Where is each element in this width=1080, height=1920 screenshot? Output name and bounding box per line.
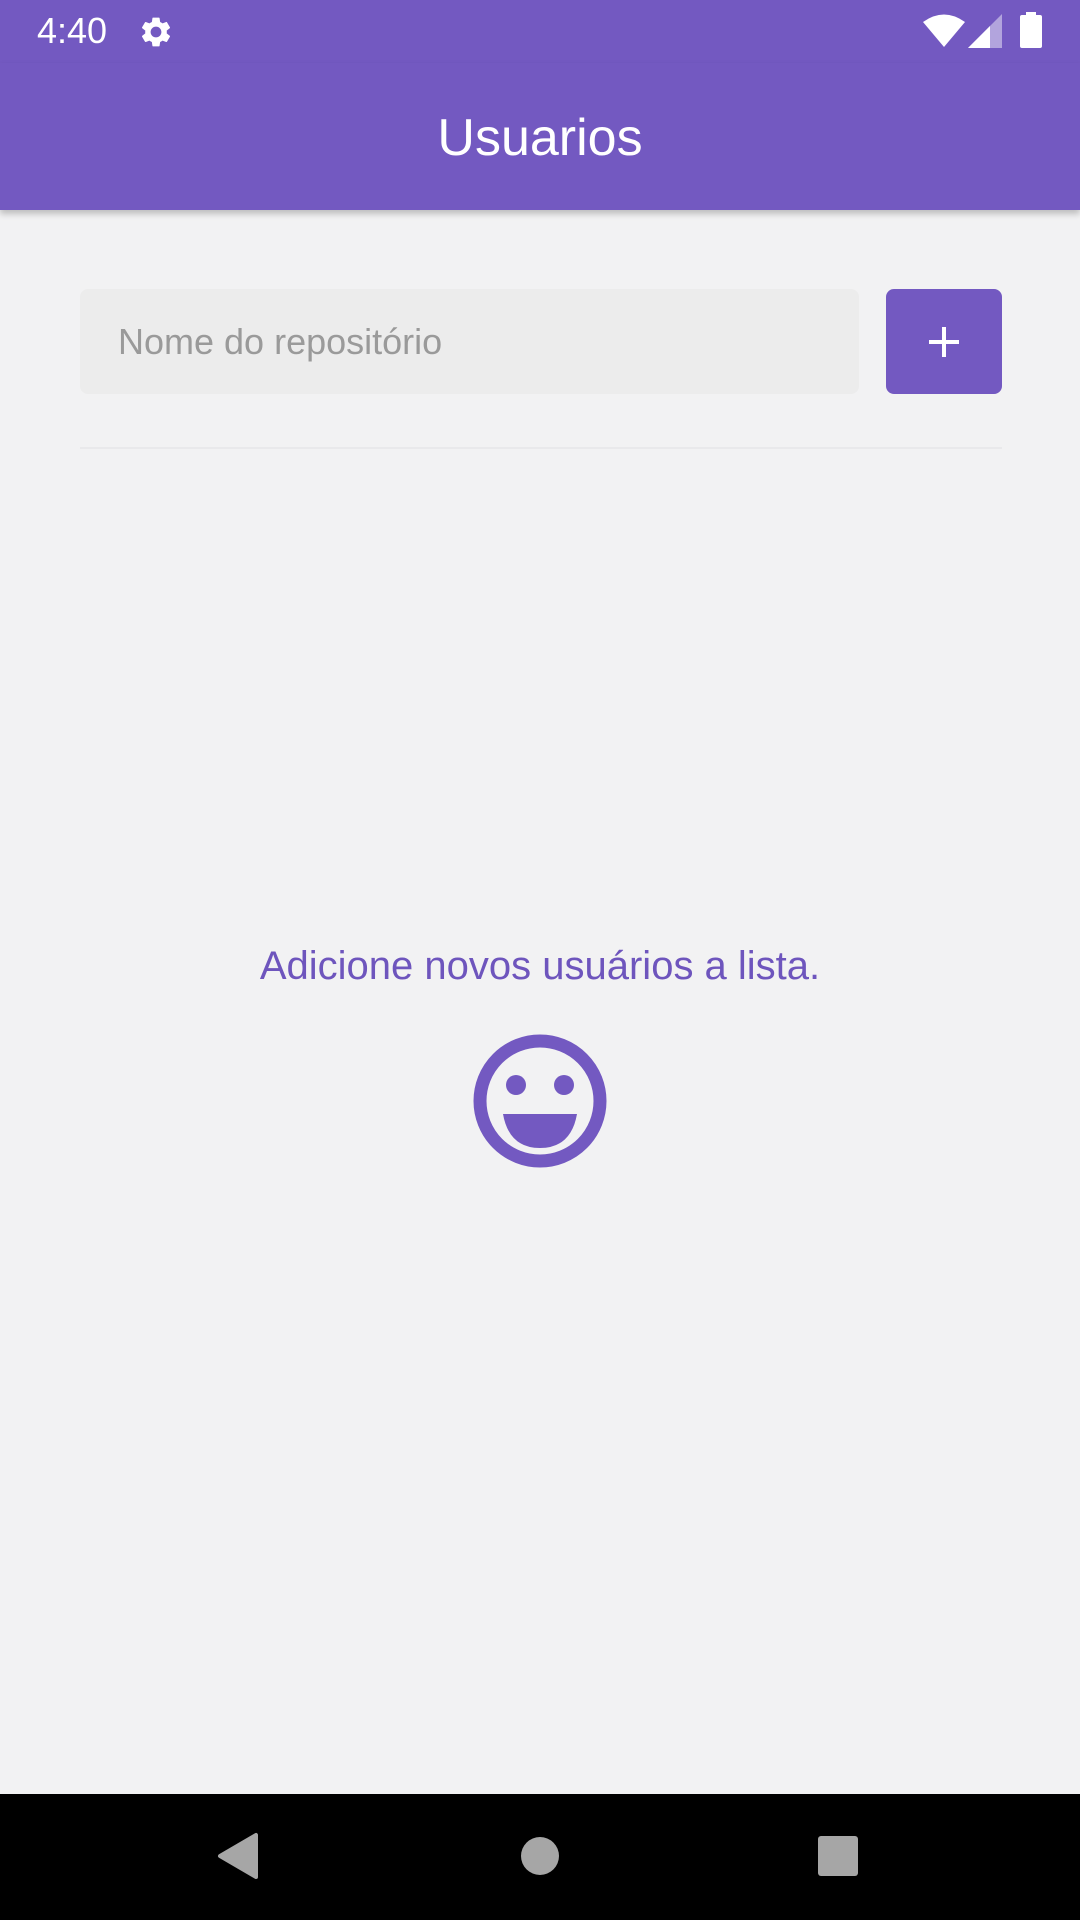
wifi-icon [923, 14, 965, 47]
page-title: Usuarios [437, 109, 643, 167]
empty-state-message: Adicione novos usuários a lista. [259, 944, 821, 988]
status-time: 4:40 [37, 10, 108, 51]
gear-icon [141, 17, 171, 47]
divider [80, 447, 1002, 449]
app-screen: 4:40 Usuarios Adicione novos usuários a … [0, 0, 1080, 1920]
repository-name-input[interactable] [80, 289, 859, 394]
add-user-button[interactable] [886, 289, 1002, 394]
home-icon[interactable] [520, 1836, 560, 1876]
status-bar: 4:40 [0, 0, 1080, 63]
back-icon[interactable] [216, 1832, 260, 1880]
cell-signal-icon [968, 14, 1002, 48]
app-bar: Usuarios [0, 63, 1080, 210]
navigation-bar [0, 1794, 1080, 1920]
recents-icon[interactable] [818, 1836, 858, 1876]
plus-icon [929, 326, 959, 357]
smiley-icon [473, 1034, 607, 1168]
battery-icon [1020, 12, 1042, 48]
